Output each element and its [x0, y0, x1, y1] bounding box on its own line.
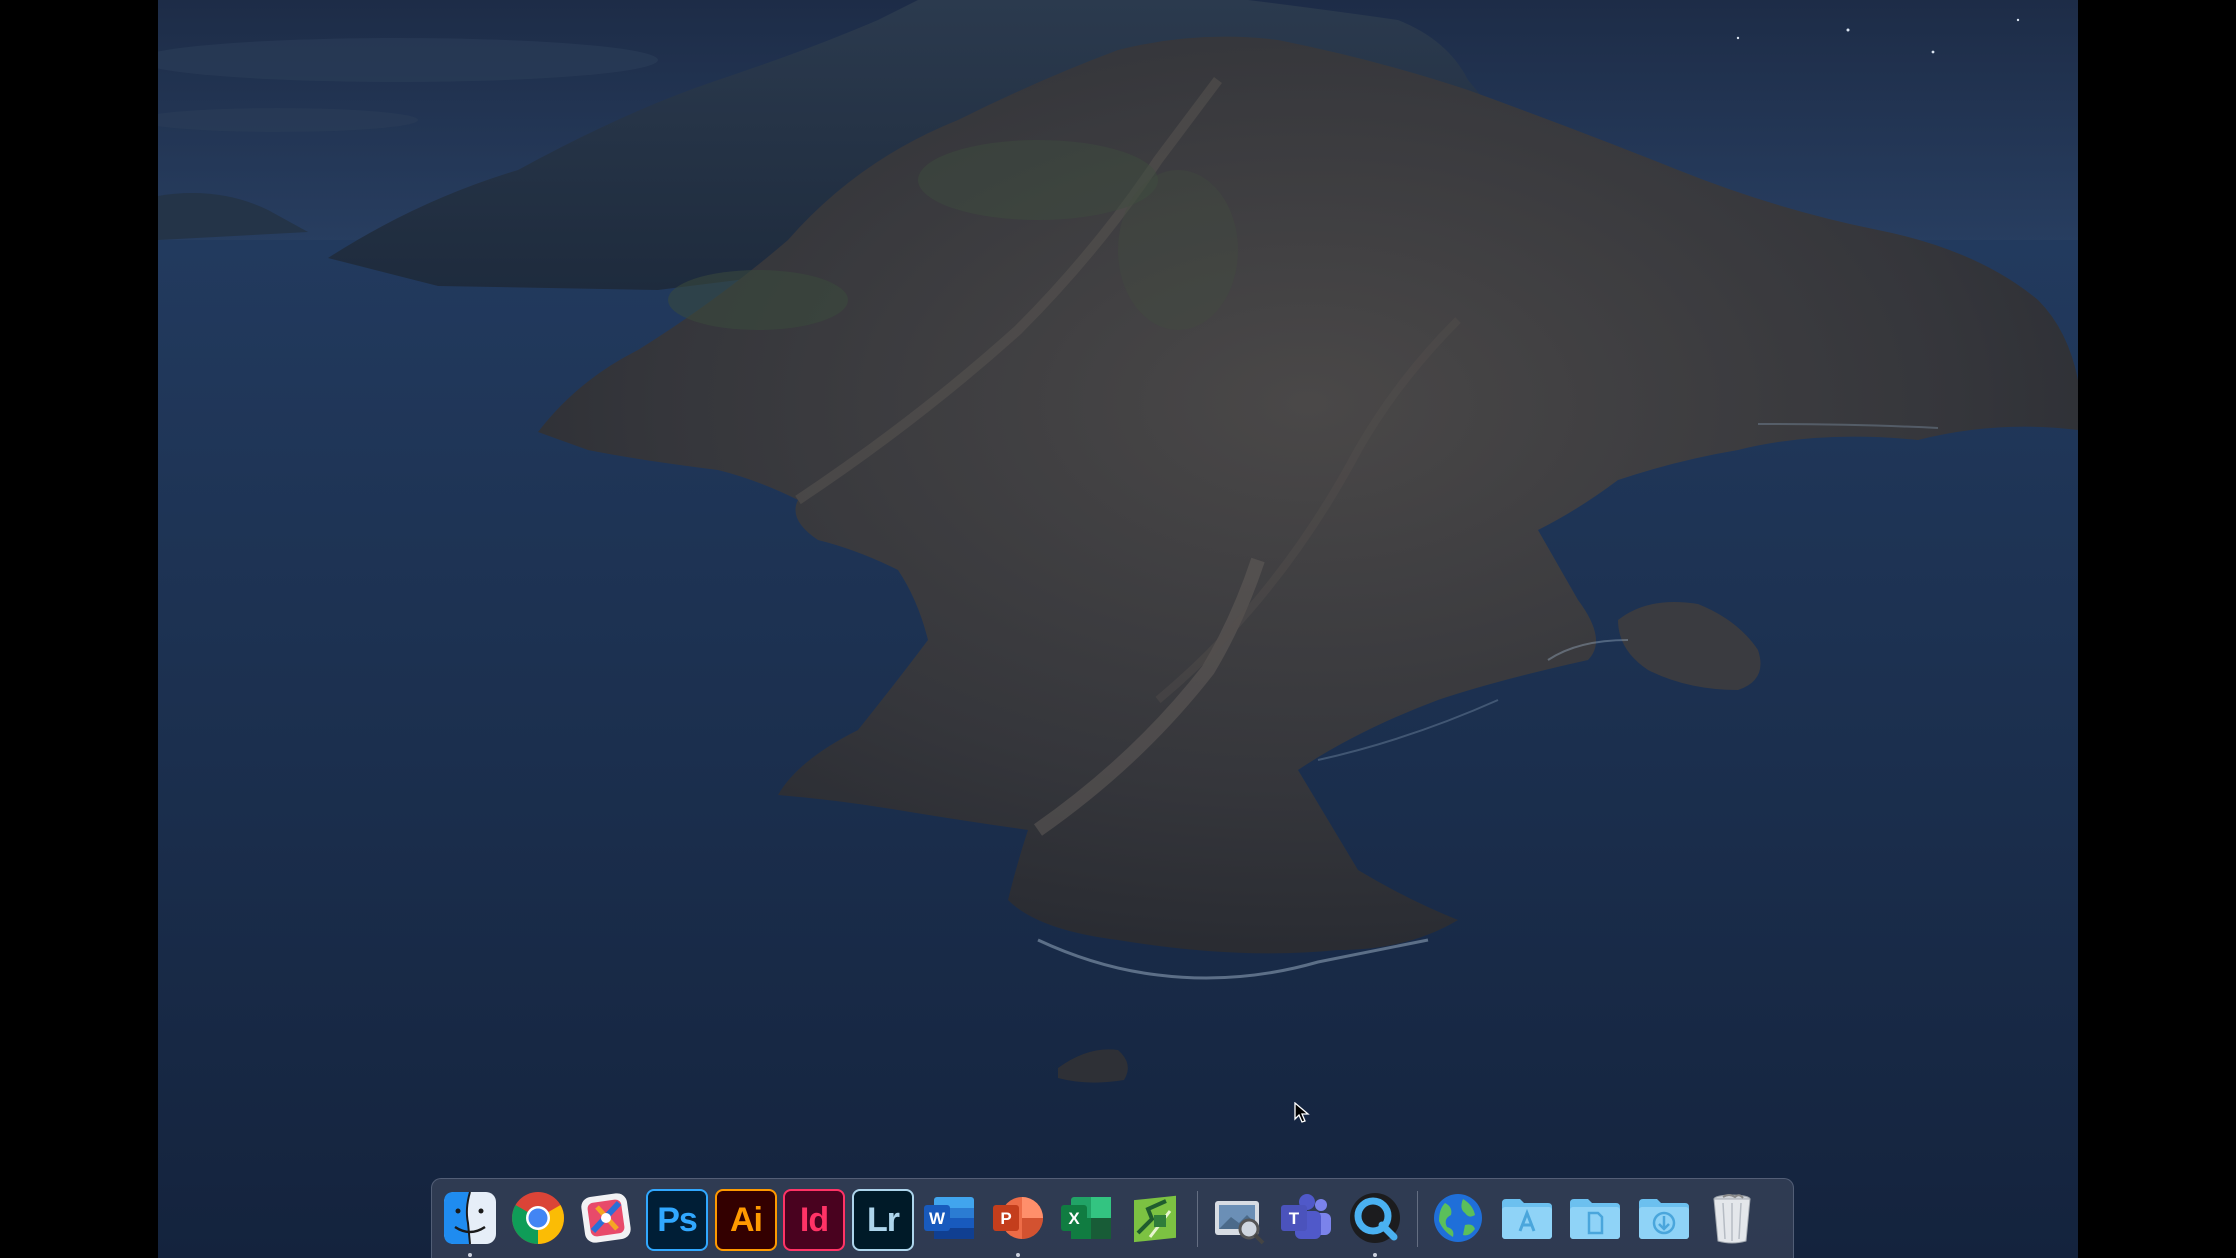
photoshop-icon[interactable]: Ps — [646, 1189, 708, 1251]
desktop-wallpaper — [158, 0, 2078, 1258]
word-icon[interactable]: W — [920, 1189, 978, 1247]
indesign-icon[interactable]: Id — [783, 1189, 845, 1251]
teams-icon[interactable]: T — [1277, 1189, 1335, 1247]
finder-running-indicator — [468, 1253, 472, 1257]
quicktime-icon[interactable] — [1346, 1189, 1404, 1247]
powerpoint-running-indicator — [1016, 1253, 1020, 1257]
tools-app-icon[interactable] — [577, 1189, 635, 1247]
lightroom-icon[interactable]: Lr — [852, 1189, 914, 1251]
svg-text:W: W — [929, 1209, 946, 1228]
finder-icon[interactable] — [441, 1189, 499, 1247]
desktop[interactable]: Ps Ai Id Lr W P X T — [158, 0, 2078, 1258]
dock: Ps Ai Id Lr W P X T — [431, 1178, 1794, 1258]
powerpoint-icon[interactable]: P — [989, 1189, 1047, 1247]
excel-icon[interactable]: X — [1057, 1189, 1115, 1247]
svg-text:P: P — [1000, 1209, 1011, 1228]
dock-separator — [1417, 1191, 1418, 1247]
preview-icon[interactable] — [1209, 1189, 1267, 1247]
applications-folder-icon[interactable] — [1498, 1189, 1556, 1247]
mouse-cursor-icon — [1294, 1102, 1310, 1123]
chrome-icon[interactable] — [509, 1189, 567, 1247]
quicktime-running-indicator — [1373, 1253, 1377, 1257]
globe-icon[interactable] — [1429, 1189, 1487, 1247]
trash-icon[interactable] — [1703, 1189, 1761, 1247]
svg-text:T: T — [1289, 1209, 1300, 1228]
svg-text:X: X — [1068, 1209, 1080, 1228]
documents-folder-icon[interactable] — [1566, 1189, 1624, 1247]
downloads-folder-icon[interactable] — [1635, 1189, 1693, 1247]
illustrator-icon[interactable]: Ai — [715, 1189, 777, 1251]
map-app-icon[interactable] — [1126, 1189, 1184, 1247]
dock-separator — [1197, 1191, 1198, 1247]
